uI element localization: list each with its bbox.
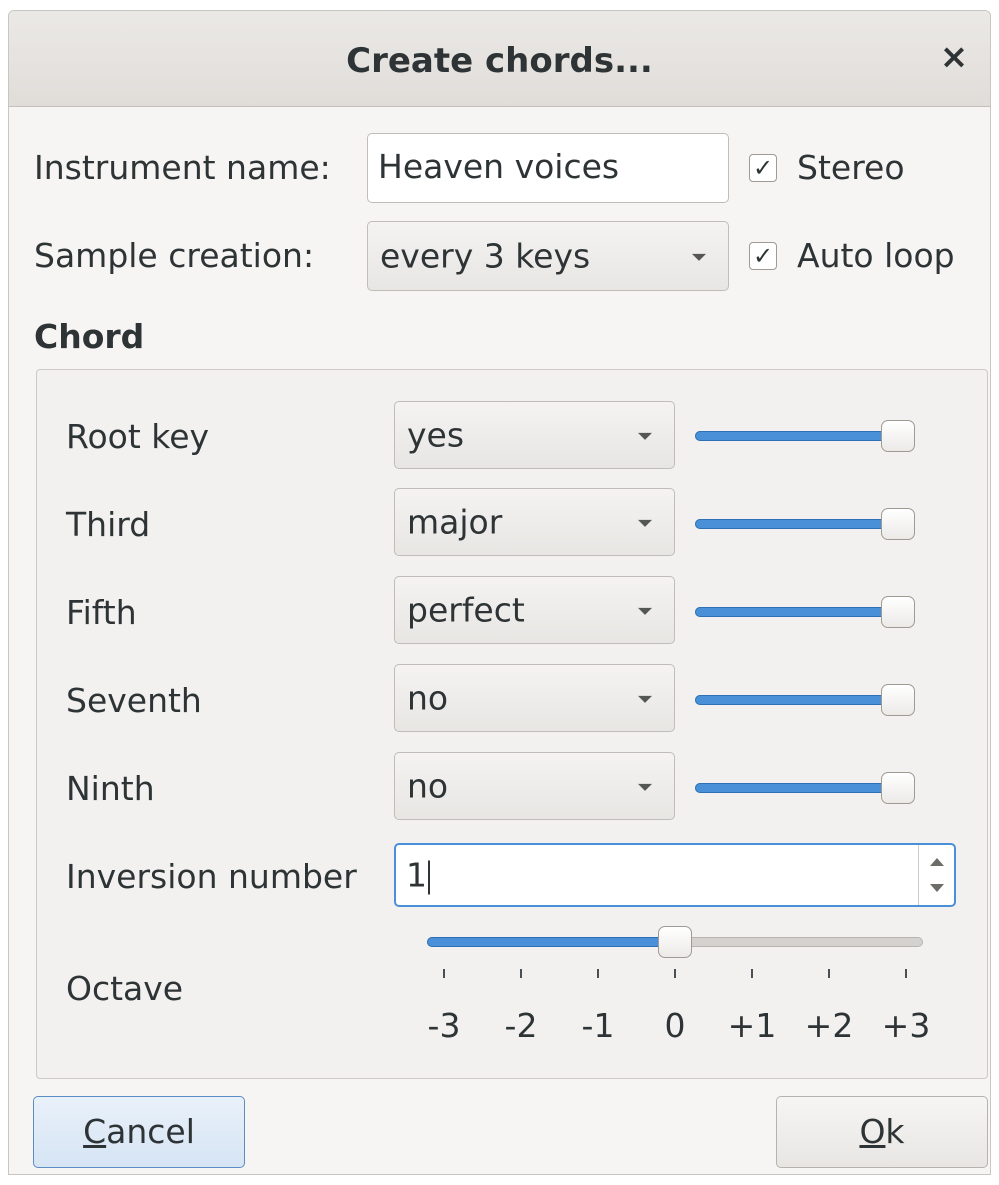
- slider-handle[interactable]: [881, 508, 915, 540]
- slider-fill: [695, 519, 898, 529]
- octave-tick-mark: [443, 969, 445, 978]
- ninth-value: no: [407, 766, 449, 806]
- octave-label: Octave: [66, 969, 184, 1008]
- octave-tick-label: 0: [664, 1006, 686, 1045]
- auto-loop-checkbox[interactable]: ✓: [749, 242, 777, 270]
- octave-tick-label: -3: [427, 1006, 461, 1045]
- fifth-combo[interactable]: perfect: [394, 576, 675, 644]
- slider-handle[interactable]: [881, 772, 915, 804]
- octave-slider[interactable]: [427, 926, 923, 958]
- octave-tick-label: -1: [581, 1006, 615, 1045]
- octave-tick-mark: [520, 969, 522, 978]
- third-label: Third: [66, 505, 151, 544]
- chevron-down-icon: [638, 783, 652, 791]
- chevron-down-icon: [638, 519, 652, 527]
- seventh-slider[interactable]: [695, 684, 915, 716]
- inversion-number-value: 1: [406, 856, 430, 895]
- sample-creation-value: every 3 keys: [380, 236, 591, 276]
- slider-fill: [695, 695, 898, 705]
- seventh-label: Seventh: [66, 681, 202, 720]
- dialog-title: Create chords...: [346, 41, 653, 81]
- stereo-label: Stereo: [797, 148, 905, 187]
- fifth-label: Fifth: [66, 593, 137, 632]
- octave-tick-mark: [828, 969, 830, 978]
- chevron-down-icon: [638, 695, 652, 703]
- slider-handle[interactable]: [881, 420, 915, 452]
- slider-fill: [695, 783, 898, 793]
- slider-fill: [695, 607, 898, 617]
- seventh-value: no: [407, 678, 449, 718]
- root-key-slider[interactable]: [695, 420, 915, 452]
- inversion-number-label: Inversion number: [66, 857, 357, 896]
- fifth-value: perfect: [407, 590, 525, 630]
- octave-tick-label: +3: [881, 1006, 931, 1045]
- fifth-slider[interactable]: [695, 596, 915, 628]
- auto-loop-label: Auto loop: [797, 236, 955, 275]
- title-bar: Create chords... ×: [9, 11, 990, 107]
- octave-tick-label: +2: [804, 1006, 854, 1045]
- inversion-number-spinbutton[interactable]: 1: [394, 843, 956, 907]
- slider-handle[interactable]: [881, 596, 915, 628]
- slider-fill: [427, 937, 675, 947]
- octave-tick-label: +1: [727, 1006, 777, 1045]
- ninth-label: Ninth: [66, 769, 155, 808]
- root-key-combo[interactable]: yes: [394, 401, 675, 469]
- third-slider[interactable]: [695, 508, 915, 540]
- root-key-value: yes: [407, 415, 465, 455]
- create-chords-dialog: Create chords... × Instrument name: Heav…: [8, 10, 991, 1175]
- octave-tick-label: -2: [504, 1006, 538, 1045]
- slider-handle[interactable]: [881, 684, 915, 716]
- ninth-combo[interactable]: no: [394, 752, 675, 820]
- chevron-down-icon: [692, 253, 706, 261]
- ok-button[interactable]: Ok: [776, 1096, 988, 1168]
- octave-tick-mark: [597, 969, 599, 978]
- spin-up-icon[interactable]: [930, 858, 944, 866]
- instrument-name-label: Instrument name:: [34, 148, 331, 187]
- sample-creation-combo[interactable]: every 3 keys: [367, 221, 729, 291]
- chevron-down-icon: [638, 432, 652, 440]
- cancel-button[interactable]: Cancel: [33, 1096, 245, 1168]
- close-icon[interactable]: ×: [932, 35, 976, 79]
- stereo-checkbox[interactable]: ✓: [749, 154, 777, 182]
- chord-section-label: Chord: [34, 317, 145, 356]
- slider-handle[interactable]: [658, 926, 692, 958]
- octave-tick-mark: [674, 969, 676, 978]
- spin-down-icon[interactable]: [930, 884, 944, 892]
- seventh-combo[interactable]: no: [394, 664, 675, 732]
- third-combo[interactable]: major: [394, 488, 675, 556]
- octave-tick-mark: [751, 969, 753, 978]
- instrument-name-input[interactable]: Heaven voices: [367, 133, 729, 203]
- chevron-down-icon: [638, 607, 652, 615]
- third-value: major: [407, 502, 503, 542]
- ninth-slider[interactable]: [695, 772, 915, 804]
- slider-fill: [695, 431, 898, 441]
- spin-buttons[interactable]: [918, 845, 954, 905]
- root-key-label: Root key: [66, 417, 210, 456]
- sample-creation-label: Sample creation:: [34, 236, 315, 275]
- octave-tick-mark: [905, 969, 907, 978]
